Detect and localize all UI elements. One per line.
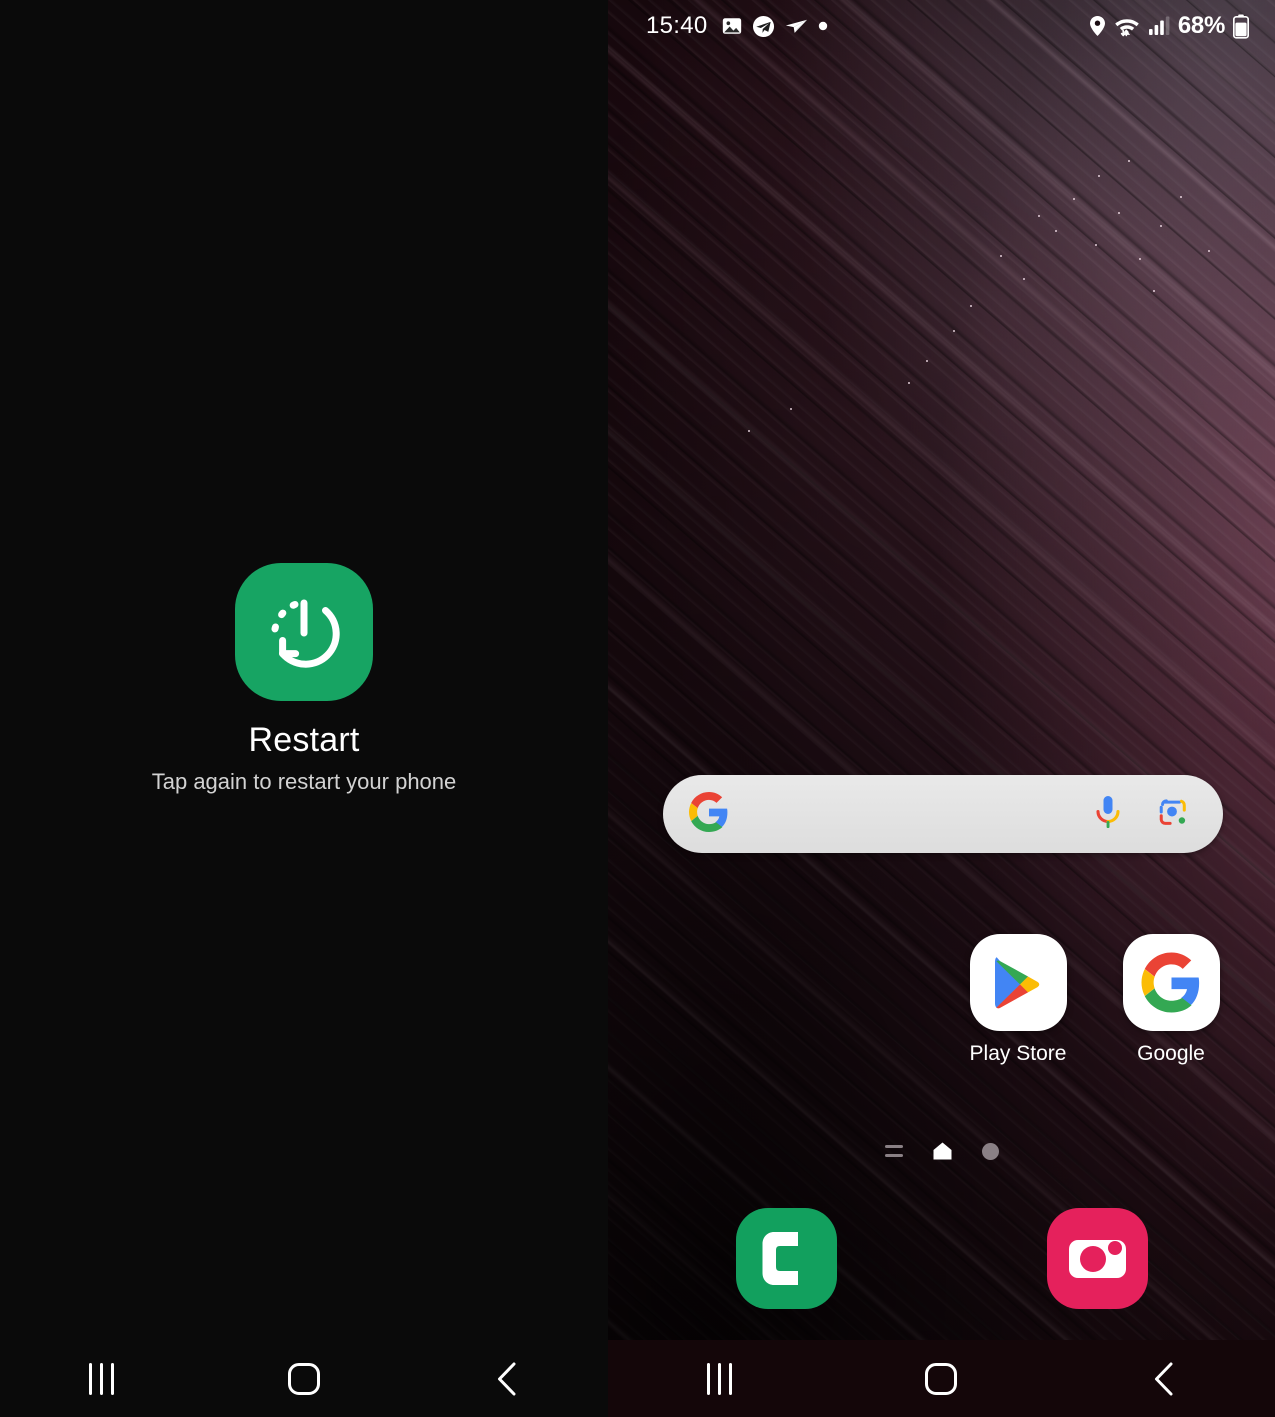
restart-icon[interactable] bbox=[235, 563, 373, 701]
wallpaper-vignette bbox=[608, 0, 1275, 1417]
status-clock: 15:40 bbox=[646, 12, 708, 39]
restart-confirm-block[interactable]: Restart Tap again to restart your phone bbox=[0, 563, 608, 795]
page-dot-icon[interactable] bbox=[981, 1142, 999, 1160]
google-g-icon bbox=[1122, 934, 1220, 1031]
power-menu-restart-confirmation: Restart Tap again to restart your phone bbox=[0, 0, 608, 1417]
dock-phone[interactable] bbox=[735, 1208, 837, 1309]
status-bar-right: 68% bbox=[1089, 12, 1249, 40]
app-list-lines-icon[interactable] bbox=[884, 1145, 903, 1157]
page-indicator bbox=[608, 1142, 1275, 1160]
nav-home-button[interactable] bbox=[203, 1340, 406, 1417]
status-bar-left: 15:40 bbox=[646, 12, 829, 40]
chevron-left-icon bbox=[1154, 1362, 1173, 1395]
phone-handset-icon bbox=[762, 1232, 798, 1285]
restart-title: Restart bbox=[248, 721, 360, 759]
nav-home-button[interactable] bbox=[830, 1340, 1052, 1417]
google-search-bar[interactable] bbox=[663, 775, 1223, 853]
telegram-filled-icon bbox=[752, 15, 774, 37]
home-square-icon bbox=[925, 1362, 958, 1395]
nav-bar bbox=[0, 1340, 608, 1417]
search-bar-actions bbox=[1091, 794, 1189, 835]
google-g-icon bbox=[689, 791, 729, 837]
restart-power-glyph bbox=[270, 599, 340, 668]
nav-bar bbox=[608, 1340, 1275, 1417]
telegram-outline-icon bbox=[785, 19, 807, 33]
phone-screenshot-split-view: Restart Tap again to restart your phone … bbox=[0, 0, 1275, 1417]
battery-percent-label: 68% bbox=[1177, 12, 1225, 39]
google-lens-icon[interactable] bbox=[1155, 795, 1189, 834]
home-app-grid: Play Store Google bbox=[608, 934, 1275, 1066]
signal-bars-icon bbox=[1148, 16, 1170, 35]
nav-back-button[interactable] bbox=[1053, 1340, 1275, 1417]
location-pin-icon bbox=[1089, 16, 1105, 36]
nav-recents-button[interactable] bbox=[0, 1340, 203, 1417]
camera-icon bbox=[1068, 1240, 1126, 1278]
microphone-icon[interactable] bbox=[1091, 794, 1125, 835]
home-square-icon bbox=[288, 1362, 320, 1395]
home-house-icon[interactable] bbox=[933, 1142, 952, 1160]
app-label: Play Store bbox=[969, 1042, 1067, 1065]
chevron-left-icon bbox=[497, 1362, 516, 1395]
dock-camera[interactable] bbox=[1046, 1208, 1148, 1309]
android-home-screen: 15:40 68% Play Store Google bbox=[608, 0, 1275, 1417]
status-bar: 15:40 68% bbox=[608, 0, 1275, 52]
recents-icon bbox=[706, 1362, 732, 1395]
app-play-store[interactable]: Play Store bbox=[962, 934, 1074, 1066]
nav-recents-button[interactable] bbox=[608, 1340, 830, 1417]
app-google[interactable]: Google bbox=[1115, 934, 1227, 1066]
restart-subtitle: Tap again to restart your phone bbox=[151, 769, 457, 794]
play-store-icon bbox=[969, 934, 1067, 1031]
wifi-icon bbox=[1115, 19, 1139, 37]
recents-icon bbox=[88, 1362, 114, 1395]
nav-back-button[interactable] bbox=[405, 1340, 608, 1417]
app-label: Google bbox=[1137, 1042, 1205, 1065]
dot-icon bbox=[818, 21, 827, 31]
image-icon bbox=[722, 18, 741, 34]
home-dock bbox=[608, 1208, 1275, 1309]
battery-icon bbox=[1233, 14, 1249, 39]
